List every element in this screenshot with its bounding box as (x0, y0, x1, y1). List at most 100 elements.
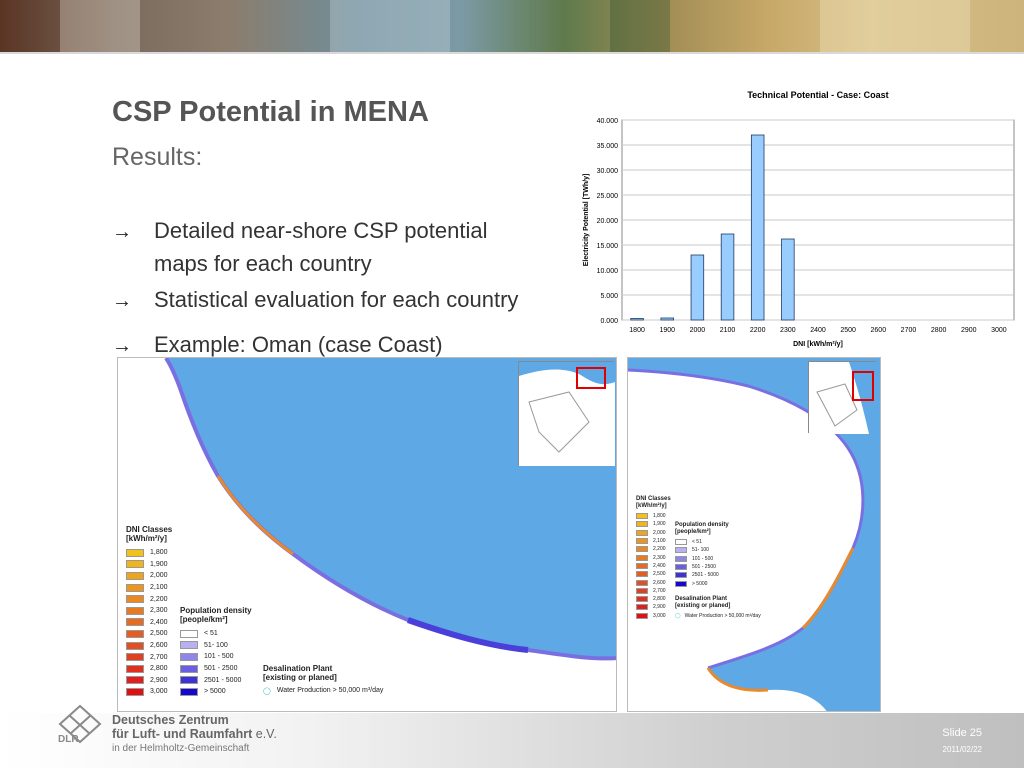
dni-class-label: 2,100 (150, 584, 168, 592)
dni-legend-title: DNI Classes (126, 525, 173, 534)
dni-class-swatch (126, 653, 144, 662)
dni-class-swatch (636, 596, 648, 603)
dni-class-label: 2,800 (150, 665, 168, 673)
dni-class-row: 1,800 (126, 547, 172, 559)
org-name-line3: in der Helmholtz-Gemeinschaft (112, 743, 250, 754)
dni-class-row: 2,900 (126, 675, 172, 687)
desal-legend-sub-small: [existing or planed] (675, 603, 731, 609)
dni-class-row: 2,500 (636, 570, 671, 578)
desalination-legend-small: Desalination Plant [existing or planed] … (675, 596, 761, 620)
slide-subtitle: Results: (112, 143, 203, 171)
pop-class-label: < 51 (204, 630, 218, 638)
bar-2100 (720, 233, 735, 321)
dni-class-row: 2,700 (636, 587, 671, 595)
dni-class-swatch (126, 676, 144, 685)
x-tick-label: 2700 (901, 327, 917, 334)
pop-class-row: < 51 (675, 538, 729, 546)
dni-class-label: 3,000 (150, 688, 168, 696)
dni-class-swatch (636, 587, 648, 594)
dni-legend-small: DNI Classes [kWh/m²/y] 1,800 1,900 2,000 2,… (636, 496, 671, 620)
desal-item: Water Production > 50,000 m³/day (276, 687, 384, 695)
y-tick-label: 10.000 (597, 268, 619, 275)
x-tick-label: 1900 (659, 327, 675, 334)
dni-class-label: 3,000 (653, 612, 666, 619)
dni-class-swatch (126, 629, 144, 638)
y-tick-label: 20.000 (597, 218, 619, 225)
pop-class-swatch (180, 676, 198, 685)
pop-class-row: 2501 - 5000 (675, 571, 729, 579)
pop-class-swatch (180, 641, 198, 650)
desal-plant-icon: ◯ (263, 687, 271, 695)
x-tick-label: 2400 (810, 327, 826, 334)
dni-legend-unit: [kWh/m²/y] (126, 534, 167, 543)
dni-class-row: 1,900 (126, 559, 172, 571)
dni-class-swatch (636, 521, 648, 528)
pop-class-label: < 51 (692, 539, 702, 546)
dni-class-swatch (636, 538, 648, 545)
dni-class-label: 2,500 (150, 630, 168, 638)
dni-class-row: 2,100 (636, 537, 671, 545)
y-tick-label: 0.000 (600, 318, 618, 325)
y-axis-label: Electricity Potential [TWh/y] (583, 174, 590, 267)
y-tick-label: 25.000 (597, 193, 619, 200)
dni-class-row: 2,600 (126, 640, 172, 652)
bullet-1-line2: maps for each country (154, 251, 372, 276)
dni-class-row: 1,800 (636, 512, 671, 520)
population-legend-small: Population density [people/km²] < 51 51- … (675, 522, 729, 588)
desal-legend-sub: [existing or planed] (263, 673, 337, 682)
dni-class-label: 2,300 (150, 607, 168, 615)
bullet-3-text: Example: Oman (case Coast) (154, 332, 443, 357)
pop-class-row: 51- 100 (675, 546, 729, 554)
pop-class-label: > 5000 (204, 688, 226, 696)
dni-class-label: 2,700 (653, 587, 666, 594)
pop-class-swatch (675, 539, 687, 546)
pop-class-swatch (675, 564, 687, 571)
dni-class-label: 2,600 (653, 579, 666, 586)
dni-class-row: 2,500 (126, 628, 172, 640)
pop-class-swatch (180, 652, 198, 661)
y-tick-label: 35.000 (597, 143, 619, 150)
logo-text: DLR (58, 734, 79, 744)
dni-class-swatch (126, 560, 144, 569)
bar-1800 (630, 318, 644, 321)
dni-class-label: 2,100 (653, 538, 666, 545)
pop-class-swatch (180, 664, 198, 673)
bullet-2: → Statistical evaluation for each country (112, 284, 552, 317)
pop-legend-title: Population density (180, 606, 252, 615)
location-inset-map (518, 361, 615, 466)
x-tick-label: 3000 (991, 327, 1007, 334)
dni-class-row: 2,400 (126, 617, 172, 629)
dni-class-row: 3,000 (126, 686, 172, 698)
x-tick-label: 2300 (780, 327, 796, 334)
pop-class-swatch (675, 580, 687, 587)
dni-class-swatch (126, 595, 144, 604)
x-tick-label: 2900 (961, 327, 977, 334)
pop-class-row: 2501 - 5000 (180, 674, 252, 686)
dni-class-swatch (636, 554, 648, 561)
dni-class-swatch (636, 604, 648, 611)
technical-potential-chart: Technical Potential - Case: Coast 0.000 5.… (578, 86, 1018, 354)
pop-legend-title-small: Population density (675, 522, 729, 528)
pop-class-swatch (675, 547, 687, 554)
dni-class-swatch (126, 583, 144, 592)
dni-class-row: 2,800 (636, 595, 671, 603)
dni-class-swatch (126, 641, 144, 650)
location-inset-map-right (808, 361, 877, 434)
dni-class-swatch (636, 562, 648, 569)
x-tick-label: 2600 (871, 327, 887, 334)
dni-class-swatch (636, 571, 648, 578)
bullet-1: → Detailed near-shore CSP potential maps … (112, 215, 552, 279)
dlr-logo-icon: DLR (58, 704, 102, 744)
pop-class-swatch (675, 555, 687, 562)
org-name-line2: für Luft- und Raumfahrt e.V. (112, 727, 277, 741)
dni-class-swatch (126, 606, 144, 615)
bullet-arrow-icon: → (112, 221, 132, 243)
pop-class-row: 501 - 2500 (180, 663, 252, 675)
dni-class-swatch (636, 579, 648, 586)
pop-class-label: 51- 100 (204, 641, 228, 649)
dni-class-label: 2,400 (653, 562, 666, 569)
y-tick-label: 30.000 (597, 168, 619, 175)
dni-class-row: 1,900 (636, 520, 671, 528)
dni-class-label: 1,800 (150, 549, 168, 557)
dni-class-label: 2,800 (653, 596, 666, 603)
